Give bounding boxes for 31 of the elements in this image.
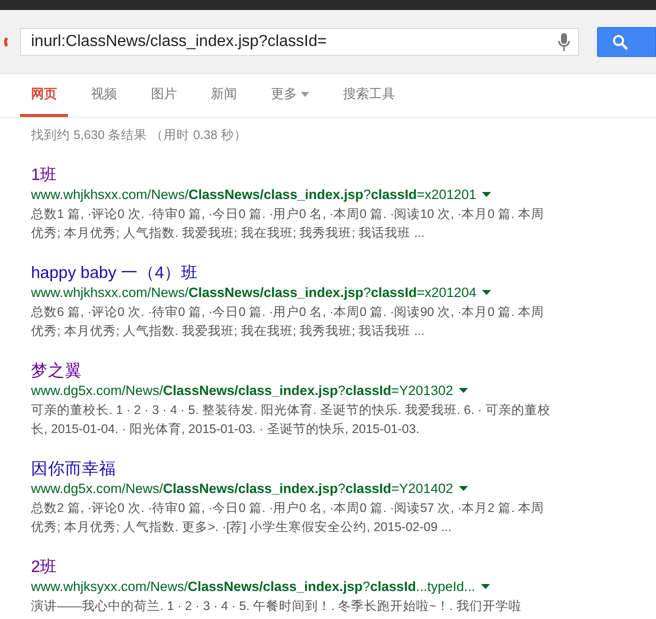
result-title-link[interactable]: 1班 [31,165,58,186]
caret-icon[interactable] [482,290,492,295]
caret-icon[interactable] [481,584,490,589]
search-tab[interactable]: 视频 [80,74,128,117]
caret-icon[interactable] [482,192,492,197]
caret-icon[interactable] [459,388,468,393]
result-snippet: 总数1 篇, ·评论0 次. ·待审0 篇, ·今日0 篇. ·用户0 名, ·本周0 篇. ·阅读10 次, ·本月0 篇. 本周优秀; 本月优秀; 人气指数. 我爱我班; 我在我班; 我秀我班; 我话我班 ... [31,206,546,242]
result-url: www.dg5x.com/News/ClassNews/class_index.jsp?classId=Y201302 [31,382,454,399]
search-field[interactable]: inurl:ClassNews/class_index.jsp?classId= [20,28,580,56]
search-tab[interactable]: 图片 [140,74,188,117]
caret-icon[interactable] [459,486,468,491]
search-tab[interactable]: 更多 [260,74,320,117]
result-url: www.whjkhsxx.com/News/ClassNews/class_index.jsp?classId=x201204 [31,284,476,301]
result-url: www.whjkhsxx.com/News/ClassNews/class_index.jsp?classId=x201201 [31,186,476,203]
result-url: www.whjksyxx.com/News/ClassNews/class_index.jsp?classId...typeId... [31,578,476,595]
result-title-link[interactable]: 梦之翼 [31,361,82,382]
result-snippet: 演讲——我心中的荷兰. 1 · 2 · 3 · 4 · 5. 午餐时间到！. 冬季长跑开始啦~！. 我们开学啦 [31,598,522,615]
result-title-link[interactable]: happy baby 一（4）班 [31,263,198,284]
result-title-link[interactable]: 因你而幸福 [31,459,116,480]
result-url: www.dg5x.com/News/ClassNews/class_index.jsp?classId=Y201402 [31,480,454,497]
search-tab[interactable]: 网页 [20,74,68,117]
search-tab[interactable]: 搜索工具 [332,74,406,117]
result-snippet: 可亲的董校长. 1 · 2 · 3 · 4 · 5. 整装待发. 阳光体育. 圣诞节的快乐. 我爱我班. 6. · 可亲的董校长, 2015-01-04. · 阳光体育, 2015-01-03. · 圣诞节的快乐, 2015-01-03. [31,402,551,438]
result-stats: 找到约 5,630 条结果 （用时 0.38 秒） [31,127,248,144]
result-snippet: 总数6 篇, ·评论0 次. ·待审0 篇, ·今日0 篇. ·用户0 名, ·本周0 篇. ·阅读90 次, ·本月0 篇. 本周优秀; 本月优秀; 人气指数. 我爱我班; 我在我班; 我秀我班; 我话我班 ... [31,304,546,340]
microphone-icon[interactable] [558,32,570,52]
search-button[interactable] [597,26,656,56]
result-snippet: 总数2 篇, ·评论0 次. ·待审0 篇, ·今日0 篇. ·用户0 名, ·本周0 篇. ·阅读57 次, ·本月2 篇. 本周优秀; 本月优秀; 人气指数. 更多>. ·[荐] 小学生寒假安全公约, 2015-02-09 ... [31,500,546,536]
result-title-link[interactable]: 2班 [31,557,58,578]
search-tab[interactable]: 新闻 [200,74,248,117]
search-icon [612,34,628,50]
